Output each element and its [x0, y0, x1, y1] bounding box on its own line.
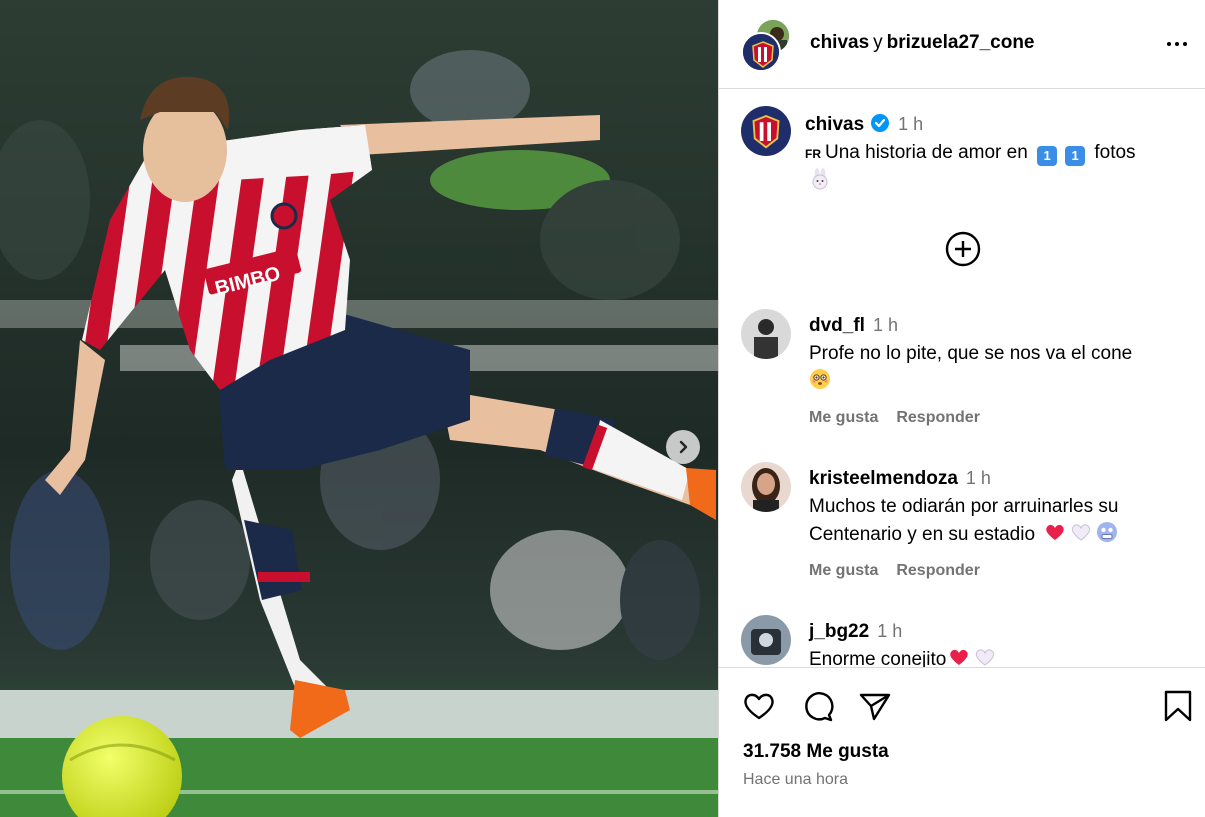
rabbit-face-icon [812, 168, 828, 190]
comments-scroll-area[interactable]: chivas 1 h FR Una historia de amor en 11 f… [719, 90, 1205, 667]
caption: chivas 1 h FR Una historia de amor en 11 f… [805, 110, 1185, 196]
chivas-logo-icon [743, 34, 779, 70]
chivas-logo-icon [741, 106, 791, 156]
post-header: chivas y brizuela27_cone [719, 0, 1205, 89]
comment-username[interactable]: dvd_fl [809, 315, 865, 336]
load-more-comments-button[interactable] [945, 231, 981, 272]
like-button[interactable] [741, 688, 777, 724]
save-button[interactable] [1162, 688, 1194, 724]
comment-actions: Me gusta Responder [809, 404, 1189, 432]
comment-button[interactable] [799, 688, 835, 724]
share-button[interactable] [857, 688, 893, 724]
cold-face-icon [1097, 522, 1118, 542]
collab-avatars[interactable] [741, 18, 793, 72]
instagram-post: BIMBO chivas y brizuela27_cone chivas 1 … [0, 0, 1205, 817]
caption-avatar[interactable] [741, 106, 791, 156]
comment-body: kristeelmendoza 1 h Muchos te odiarán por… [809, 464, 1189, 585]
comment-body: dvd_fl 1 h Profe no lo pite, que se nos v… [809, 311, 1189, 432]
header-username-2[interactable]: brizuela27_cone [887, 32, 1035, 53]
comment-actions: Me gusta Responder [809, 557, 1189, 585]
avatar[interactable] [741, 462, 791, 512]
verified-badge-icon [871, 114, 890, 132]
comment-time: 1 h [872, 315, 898, 335]
dot-icon [1167, 42, 1171, 46]
comment-text: Profe no lo pite, que se nos va el cone [809, 343, 1133, 364]
more-options-button[interactable] [1162, 30, 1192, 58]
keycap-one-icon: 1 [1037, 146, 1058, 166]
comment-body: j_bg22 1 h Enorme conejito [809, 617, 1189, 667]
white-heart-icon [1072, 524, 1091, 541]
post-footer: 31.758 Me gusta Hace una hora [719, 667, 1205, 817]
avatar-chivas[interactable] [741, 32, 781, 72]
circle-plus-icon [945, 231, 981, 267]
header-connector: y [873, 32, 883, 53]
soccer-player-photo: BIMBO [0, 0, 718, 817]
heart-icon [744, 693, 774, 720]
flushed-face-icon [810, 369, 830, 389]
action-bar [741, 688, 893, 724]
dot-icon [1183, 42, 1187, 46]
comment-time: 1 h [877, 621, 903, 641]
avatar[interactable] [741, 615, 791, 665]
like-comment-button[interactable]: Me gusta [809, 562, 878, 579]
comment-text: Enorme conejito [809, 649, 947, 667]
caption-time: 1 h [898, 114, 924, 134]
keycap-one-icon: 1 [1065, 146, 1086, 166]
comment-time: 1 h [965, 468, 991, 488]
reply-button[interactable]: Responder [896, 562, 980, 579]
white-heart-icon [976, 649, 995, 666]
caption-username[interactable]: chivas [805, 114, 864, 135]
comment-username[interactable]: j_bg22 [809, 621, 869, 642]
bookmark-icon [1164, 690, 1192, 722]
reply-button[interactable]: Responder [896, 409, 980, 426]
dot-icon [1175, 42, 1179, 46]
avatar[interactable] [741, 309, 791, 359]
post-sidebar: chivas y brizuela27_cone chivas 1 h FR Una h… [718, 0, 1205, 817]
caption-text-b: fotos [1094, 142, 1136, 163]
header-username-1[interactable]: chivas [810, 32, 869, 53]
caption-text-a: Una historia de amor en [825, 142, 1028, 163]
comment-username[interactable]: kristeelmendoza [809, 468, 958, 489]
like-comment-button[interactable]: Me gusta [809, 409, 878, 426]
post-timestamp[interactable]: Hace una hora [743, 771, 848, 789]
next-photo-button[interactable] [666, 430, 700, 464]
comment-bubble-icon [805, 692, 834, 722]
like-count[interactable]: 31.758 Me gusta [743, 741, 889, 763]
paper-plane-icon [859, 693, 891, 721]
red-heart-icon [950, 649, 969, 665]
post-photo[interactable]: BIMBO [0, 0, 718, 817]
red-heart-icon [1046, 524, 1065, 540]
collab-names: chivas y brizuela27_cone [810, 32, 1035, 54]
flag-fr-badge: FR [805, 147, 821, 161]
chevron-right-icon [679, 440, 688, 454]
